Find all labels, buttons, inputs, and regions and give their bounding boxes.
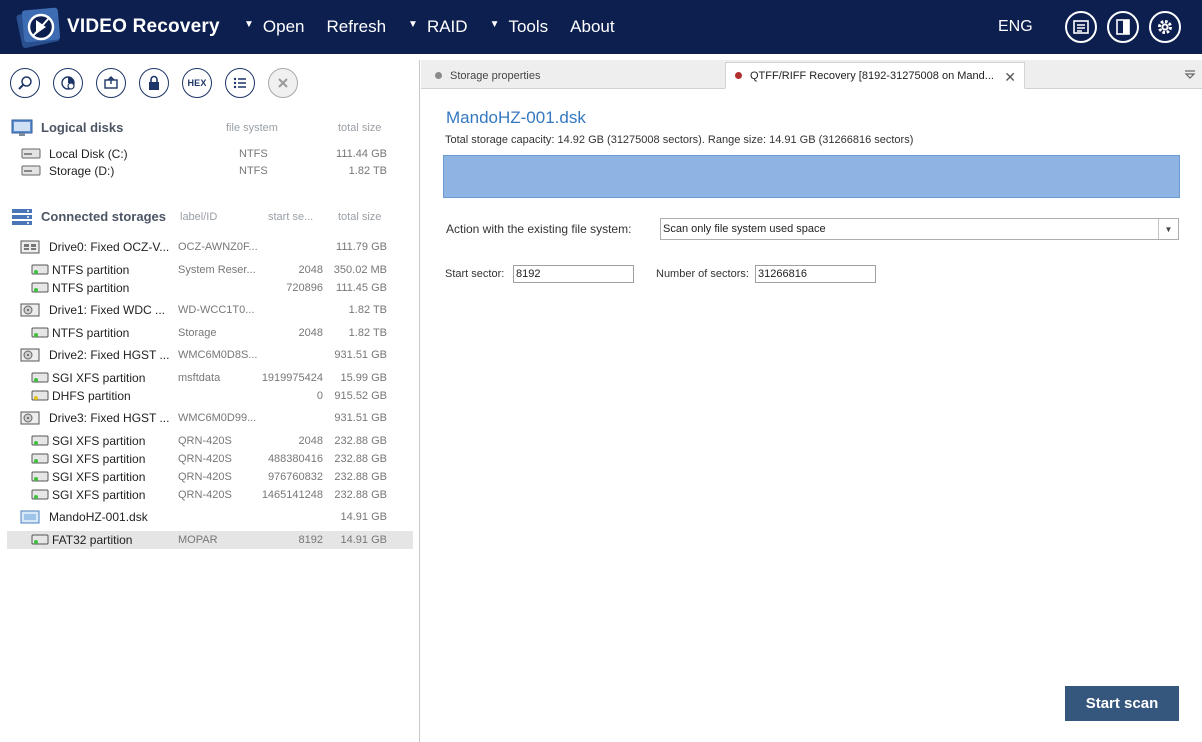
main-menu: ▼ Open Refresh ▼ RAID ▼ Tools About — [244, 17, 637, 37]
partition-row[interactable]: NTFS partition Storage 2048 1.82 TB — [7, 324, 413, 342]
storage-panel: HEX Logical disks file system total size… — [0, 60, 420, 742]
fixed-drive-icon — [20, 240, 40, 254]
start-sector-field[interactable]: 8192 — [513, 265, 634, 283]
list-icon — [233, 77, 246, 89]
partition-icon — [31, 435, 49, 446]
partition-row[interactable]: NTFS partition System Reser... 2048 350.… — [7, 261, 413, 279]
tab-strip: Storage properties QTFF/RIFF Recovery [8… — [421, 60, 1202, 89]
partition-icon — [31, 372, 49, 383]
logical-disk-row[interactable]: Storage (D:) NTFS 1.82 TB — [7, 162, 413, 180]
partition-icon — [31, 327, 49, 338]
disk-image-row[interactable]: MandoHZ-001.dsk 14.91 GB — [7, 508, 413, 526]
hex-button[interactable]: HEX — [182, 68, 212, 98]
lock-icon — [149, 75, 159, 90]
hdd-icon — [20, 303, 40, 317]
menu-open[interactable]: ▼ Open — [244, 17, 305, 37]
connected-storages-header: Connected storages label/ID start se... … — [11, 207, 411, 227]
drive-icon — [21, 148, 41, 159]
scan-disk-icon — [61, 76, 75, 90]
dropdown-arrow-icon: ▼ — [244, 18, 254, 30]
scan-button[interactable] — [53, 68, 83, 98]
drive-icon — [21, 165, 41, 176]
tab-dot-icon — [435, 72, 442, 79]
partition-row-selected[interactable]: FAT32 partition MOPAR 8192 14.91 GB — [7, 531, 413, 549]
partition-row[interactable]: SGI XFS partition QRN-420S 488380416 232… — [7, 450, 413, 468]
menu-raid[interactable]: ▼ RAID — [408, 17, 468, 37]
logical-disks-header: Logical disks file system total size — [11, 118, 411, 138]
start-sector-label: Start sector: — [445, 268, 505, 280]
image-button[interactable] — [96, 68, 126, 98]
app-title: VIDEO Recovery — [67, 16, 220, 37]
menu-tools[interactable]: ▼ Tools — [490, 17, 549, 37]
lock-button[interactable] — [139, 68, 169, 98]
partition-icon — [31, 282, 49, 293]
app-header: VIDEO Recovery ▼ Open Refresh ▼ RAID ▼ Tool… — [0, 0, 1202, 54]
tab-close-icon[interactable]: ✕ — [1004, 69, 1016, 86]
disk-image-icon — [104, 76, 118, 89]
partition-warning-icon — [31, 390, 49, 401]
action-select[interactable]: Scan only file system used space ▼ — [660, 218, 1179, 240]
dropdown-arrow-icon: ▼ — [408, 18, 418, 30]
partition-row[interactable]: DHFS partition 0 915.52 GB — [7, 387, 413, 405]
drive-row[interactable]: Drive3: Fixed HGST ... WMC6M0D99... 931.… — [7, 409, 413, 427]
partition-row[interactable]: SGI XFS partition QRN-420S 1465141248 23… — [7, 486, 413, 504]
chevron-down-icon: ▼ — [1158, 219, 1178, 239]
app-logo-icon — [16, 6, 62, 50]
hdd-icon — [20, 411, 40, 425]
partition-row[interactable]: SGI XFS partition QRN-420S 976760832 232… — [7, 468, 413, 486]
dropdown-arrow-icon: ▼ — [489, 18, 500, 30]
start-scan-button[interactable]: Start scan — [1065, 686, 1179, 721]
search-button[interactable] — [10, 68, 40, 98]
tab-storage-properties[interactable]: Storage properties — [435, 62, 541, 89]
drive-row[interactable]: Drive0: Fixed OCZ-V... OCZ-AWNZ0F... 111… — [7, 238, 413, 256]
log-button[interactable] — [1065, 11, 1097, 43]
tab-dot-icon — [735, 72, 742, 79]
partition-row[interactable]: NTFS partition 720896 111.45 GB — [7, 279, 413, 297]
language-selector[interactable]: ENG — [998, 18, 1033, 36]
storage-toolbar: HEX — [10, 68, 311, 98]
partition-row[interactable]: SGI XFS partition QRN-420S 2048 232.88 G… — [7, 432, 413, 450]
number-of-sectors-label: Number of sectors: — [656, 268, 749, 280]
search-icon — [18, 76, 32, 90]
drive-row[interactable]: Drive1: Fixed WDC ... WD-WCC1T0... 1.82 … — [7, 301, 413, 319]
tab-qtff-riff-recovery[interactable]: QTFF/RIFF Recovery [8192-31275008 on Man… — [725, 62, 1025, 89]
menu-about[interactable]: About — [570, 17, 614, 37]
drive-row[interactable]: Drive2: Fixed HGST ... WMC6M0D8S... 931.… — [7, 346, 413, 364]
panel-toggle-button[interactable] — [1107, 11, 1139, 43]
partition-icon — [31, 489, 49, 500]
recovery-panel: Storage properties QTFF/RIFF Recovery [8… — [421, 60, 1202, 742]
partition-icon — [31, 471, 49, 482]
partition-row[interactable]: SGI XFS partition msftdata 1919975424 15… — [7, 369, 413, 387]
storage-title: MandoHZ-001.dsk — [446, 108, 586, 127]
number-of-sectors-field[interactable]: 31266816 — [755, 265, 876, 283]
close-storage-button[interactable] — [268, 68, 298, 98]
storage-stack-icon — [12, 209, 32, 225]
settings-button[interactable] — [1149, 11, 1181, 43]
image-file-icon — [20, 510, 40, 524]
capacity-info: Total storage capacity: 14.92 GB (312750… — [445, 134, 914, 146]
close-icon — [278, 78, 288, 88]
partition-icon — [31, 534, 49, 545]
menu-refresh[interactable]: Refresh — [327, 17, 387, 37]
action-label: Action with the existing file system: — [446, 222, 632, 236]
log-icon — [1073, 20, 1089, 34]
hdd-icon — [20, 348, 40, 362]
list-button[interactable] — [225, 68, 255, 98]
gear-icon — [1158, 20, 1172, 34]
partition-icon — [31, 264, 49, 275]
hex-icon: HEX — [187, 78, 207, 88]
range-bar[interactable] — [443, 155, 1180, 198]
logical-disk-row[interactable]: Local Disk (C:) NTFS 111.44 GB — [7, 145, 413, 163]
partition-icon — [31, 453, 49, 464]
monitor-icon — [11, 119, 33, 136]
tab-list-icon[interactable] — [1184, 70, 1196, 79]
panel-icon — [1116, 19, 1130, 35]
